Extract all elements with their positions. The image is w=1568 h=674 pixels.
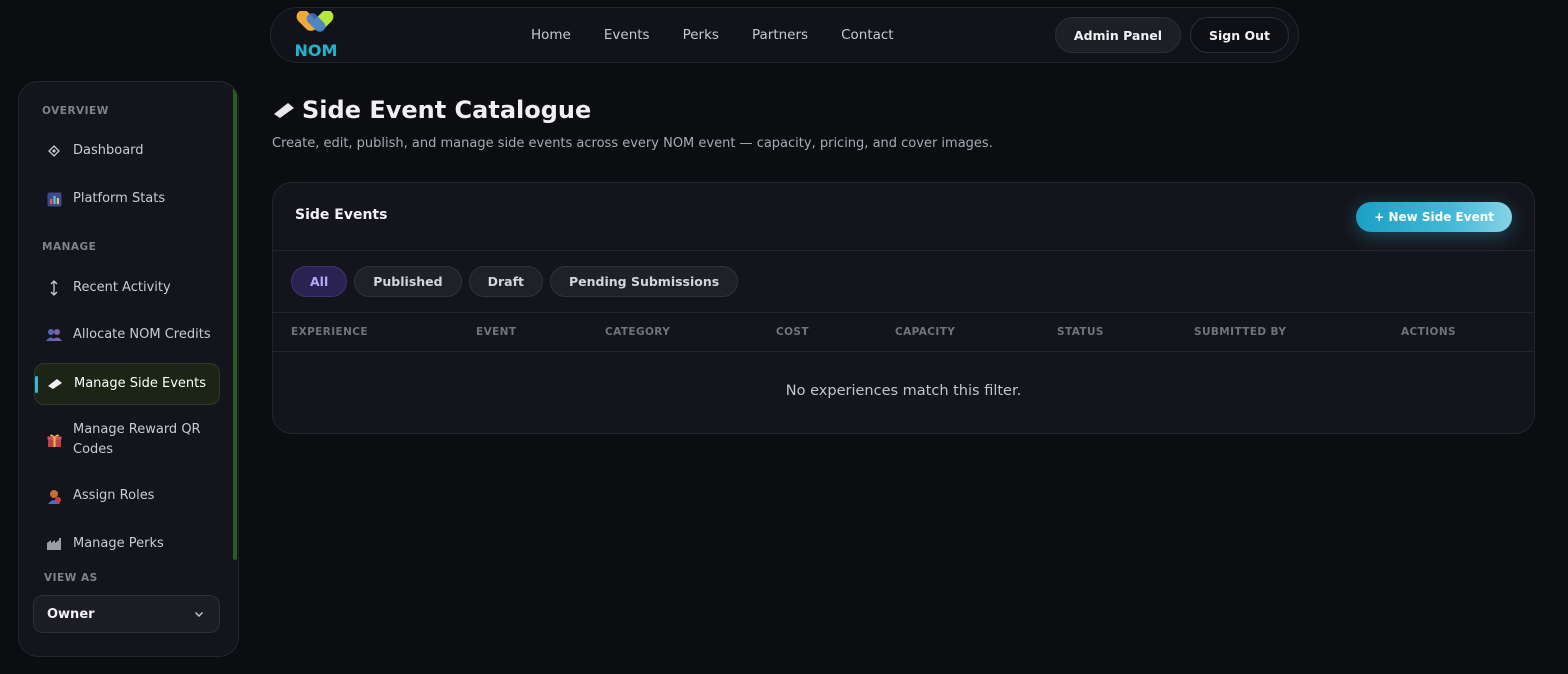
sidebar-item-manage-side-events[interactable]: Manage Side Events (34, 363, 220, 405)
up-down-arrow-icon (46, 280, 62, 296)
sign-out-button[interactable]: Sign Out (1190, 17, 1289, 53)
section-view-as-heading: VIEW AS (44, 572, 98, 584)
view-as-value: Owner (47, 606, 95, 622)
filter-all[interactable]: All (291, 266, 348, 297)
sidebar: OVERVIEW Dashboard Platform Stats MANAGE… (18, 81, 239, 657)
sidebar-item-allocate-credits[interactable]: Allocate NOM Credits (34, 323, 220, 347)
new-side-event-button[interactable]: + New Side Event (1356, 202, 1512, 232)
active-indicator (35, 376, 38, 393)
gift-icon (46, 432, 62, 448)
column-header-category: CATEGORY (605, 326, 671, 338)
filter-pending-submissions[interactable]: Pending Submissions (549, 266, 739, 297)
page-title-text: Side Event Catalogue (302, 96, 592, 124)
factory-icon (46, 536, 62, 552)
nav-contact-link[interactable]: Contact (841, 27, 894, 43)
sidebar-item-assign-roles[interactable]: Assign Roles (34, 484, 220, 508)
admin-panel-button[interactable]: Admin Panel (1054, 17, 1181, 53)
nav-partners-link[interactable]: Partners (752, 27, 808, 43)
sidebar-item-manage-perks[interactable]: Manage Perks (34, 532, 220, 556)
sidebar-item-recent-activity[interactable]: Recent Activity (34, 276, 220, 300)
sidebar-item-label: Assign Roles (73, 488, 155, 503)
chevron-down-icon (195, 612, 203, 617)
top-navigation: NOM Home Events Perks Partners Contact A… (270, 7, 1299, 63)
column-header-event: EVENT (476, 326, 517, 338)
nav-perks-link[interactable]: Perks (683, 27, 719, 43)
table-header: EXPERIENCE EVENT CATEGORY COST CAPACITY … (273, 312, 1534, 352)
card-header: Side Events + New Side Event (273, 183, 1534, 251)
person-icon (46, 488, 62, 504)
nav-home-link[interactable]: Home (531, 27, 571, 43)
diamond-icon (46, 143, 62, 159)
column-header-status: STATUS (1057, 326, 1104, 338)
users-icon (46, 327, 62, 343)
sidebar-item-label: Platform Stats (73, 191, 166, 206)
column-header-actions: ACTIONS (1401, 326, 1456, 338)
bar-chart-icon (46, 191, 62, 207)
view-as-select[interactable]: Owner (33, 595, 220, 633)
sidebar-scrollbar[interactable] (233, 84, 237, 560)
sidebar-item-platform-stats[interactable]: Platform Stats (34, 187, 220, 211)
sidebar-item-manage-reward-qr[interactable]: Manage Reward QR Codes (34, 419, 220, 461)
card-title: Side Events (295, 207, 388, 223)
filter-tabs: All Published Draft Pending Submissions (291, 266, 739, 297)
nav-links: Home Events Perks Partners Contact (531, 8, 927, 62)
sidebar-item-label: Manage Perks (73, 536, 164, 551)
column-header-submitted-by: SUBMITTED BY (1194, 326, 1287, 338)
ticket-icon (274, 103, 294, 118)
svg-text:NOM: NOM (295, 41, 338, 59)
nav-events-link[interactable]: Events (604, 27, 650, 43)
empty-state-message: No experiences match this filter. (785, 383, 1022, 399)
section-manage-heading: MANAGE (42, 241, 97, 253)
sidebar-item-label: Dashboard (73, 143, 144, 158)
sidebar-item-label: Recent Activity (73, 280, 171, 295)
column-header-capacity: CAPACITY (895, 326, 956, 338)
sidebar-item-label: Allocate NOM Credits (73, 327, 211, 342)
column-header-experience: EXPERIENCE (291, 326, 368, 338)
ticket-icon (47, 376, 63, 392)
sidebar-item-dashboard[interactable]: Dashboard (34, 139, 220, 163)
page-title: Side Event Catalogue (272, 96, 591, 124)
column-header-cost: COST (776, 326, 809, 338)
page-description: Create, edit, publish, and manage side e… (272, 136, 993, 151)
side-events-card: Side Events + New Side Event All Publish… (272, 182, 1535, 434)
filter-published[interactable]: Published (354, 266, 462, 297)
filter-draft[interactable]: Draft (468, 266, 543, 297)
nom-logo[interactable]: NOM (291, 11, 341, 59)
sidebar-item-label: Manage Side Events (74, 376, 207, 391)
sidebar-item-label: Manage Reward QR Codes (73, 422, 201, 457)
section-overview-heading: OVERVIEW (42, 105, 109, 117)
